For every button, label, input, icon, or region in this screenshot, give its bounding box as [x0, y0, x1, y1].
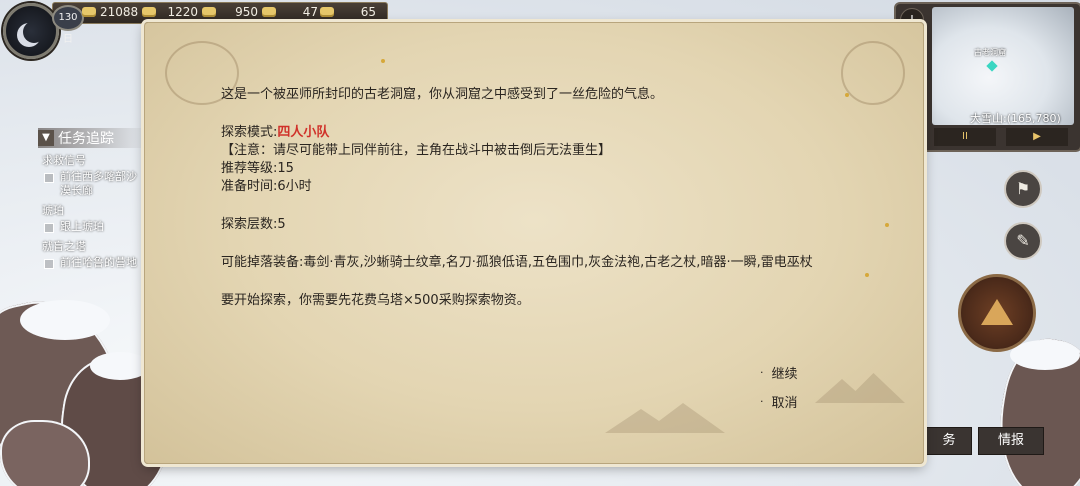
gold-fleck [885, 223, 889, 227]
cancel-label: 取消 [771, 395, 798, 411]
continue-label: 继续 [771, 366, 798, 382]
bullet-icon: · [760, 394, 764, 408]
quest-category: 就盲之塔 [42, 240, 86, 253]
herb-icon [320, 7, 334, 17]
coin-icon [202, 7, 216, 17]
mode-value: 四人小队 [277, 125, 330, 140]
prep-time: 准备时间:6小时 [221, 179, 312, 194]
minimap-coordinates: 大雪山:(165,780) [970, 112, 1061, 125]
chevron-down-icon[interactable]: ▼ [38, 130, 54, 146]
food-sack-icon [262, 7, 276, 17]
quest-item[interactable]: 前往哈鲁的营地 [44, 256, 148, 270]
continue-option[interactable]: · 继续 [760, 362, 798, 382]
quest-item[interactable]: 跟上琥珀 [44, 220, 148, 234]
resource-food: 47 [262, 3, 318, 21]
pause-button[interactable]: II [934, 128, 996, 146]
snow-patch [20, 300, 110, 340]
quest-item-label: 跟上琥珀 [60, 220, 104, 233]
day-counter: 130日 [52, 5, 84, 45]
quest-tracker-header[interactable]: ▼ 任务追踪 [38, 128, 148, 148]
moon-icon [23, 21, 45, 43]
resource-value: 65 [360, 5, 376, 19]
cancel-option[interactable]: · 取消 [760, 391, 798, 411]
quest-tracker: ▼ 任务追踪 求救信号 前往西多喀部沙漠长廊 琥珀 跟上琥珀 就盲之塔 前往哈鲁… [38, 128, 148, 272]
minimap-view[interactable]: 古老洞窟 大雪山:(165,780) [932, 7, 1074, 125]
quest-item-label: 前往哈鲁的营地 [60, 256, 137, 269]
mountain-sketch [605, 403, 725, 433]
exploration-mode: 探索模式:四人小队 [221, 124, 861, 142]
bullet-icon: · [760, 365, 764, 379]
dialog-body: 这是一个被巫师所封印的古老洞窟，你从洞窟之中感受到了一丝危险的气息。 探索模式:… [221, 86, 861, 310]
quest-item[interactable]: 前往西多喀部沙漠长廊 [44, 170, 148, 198]
minimap-location-label: 古老洞窟 [974, 48, 1006, 57]
resource-value: 47 [302, 5, 318, 19]
player-marker-icon [986, 60, 998, 72]
time-of-day-avatar[interactable] [3, 3, 59, 59]
task-button[interactable]: 务 [926, 427, 972, 455]
scroll-button[interactable]: ✎ [1004, 222, 1042, 260]
mode-label: 探索模式: [221, 125, 278, 140]
resource-silver: 1220 [142, 3, 198, 21]
intel-button[interactable]: 情报 [978, 427, 1044, 455]
quest-category: 琥珀 [42, 204, 64, 217]
quest-category: 求救信号 [42, 154, 86, 167]
exploration-floors: 探索层数:5 [221, 217, 286, 232]
gold-ingot-icon [82, 7, 96, 17]
banner-flag-button[interactable]: ⚑ [1004, 170, 1042, 208]
quest-checkbox[interactable] [44, 173, 54, 183]
play-button[interactable]: ▶ [1006, 128, 1068, 146]
quest-checkbox[interactable] [44, 223, 54, 233]
resource-value: 1220 [167, 5, 198, 19]
possible-drops: 可能掉落装备:毒剑·青灰,沙蜥骑士纹章,名刀·孤狼低语,五色围巾,灰金法袍,古老… [221, 255, 813, 270]
quest-item-label: 前往西多喀部沙漠长廊 [60, 170, 137, 197]
recommended-level: 推荐等级:15 [221, 161, 294, 176]
resource-gold: 21088 [82, 3, 138, 21]
exploration-cost: 要开始探索，你需要先花费乌塔×500采购探索物资。 [221, 293, 530, 308]
snow-patch [1010, 340, 1080, 370]
quest-checkbox[interactable] [44, 259, 54, 269]
mountain-sketch [815, 373, 905, 403]
gold-fleck [381, 59, 385, 63]
dialog-notice: 【注意：请尽可能带上同伴前往，主角在战斗中被击倒后无法重生】 [221, 143, 612, 158]
resource-coin: 950 [202, 3, 258, 21]
dialog-intro: 这是一个被巫师所封印的古老洞窟，你从洞窟之中感受到了一丝危险的气息。 [221, 87, 664, 102]
gold-fleck [865, 273, 869, 277]
resource-herb: 65 [320, 3, 376, 21]
tent-icon [981, 299, 1013, 325]
silver-bar-icon [142, 7, 156, 17]
resource-value: 21088 [100, 5, 139, 19]
camp-button[interactable] [958, 274, 1036, 352]
resource-value: 950 [235, 5, 258, 19]
snow-patch [90, 352, 150, 380]
game-screen: 130日 21088 1220 950 47 65 ▼ 任务追踪 求救信号 前往… [0, 0, 1080, 486]
quest-tracker-title: 任务追踪 [58, 131, 114, 147]
